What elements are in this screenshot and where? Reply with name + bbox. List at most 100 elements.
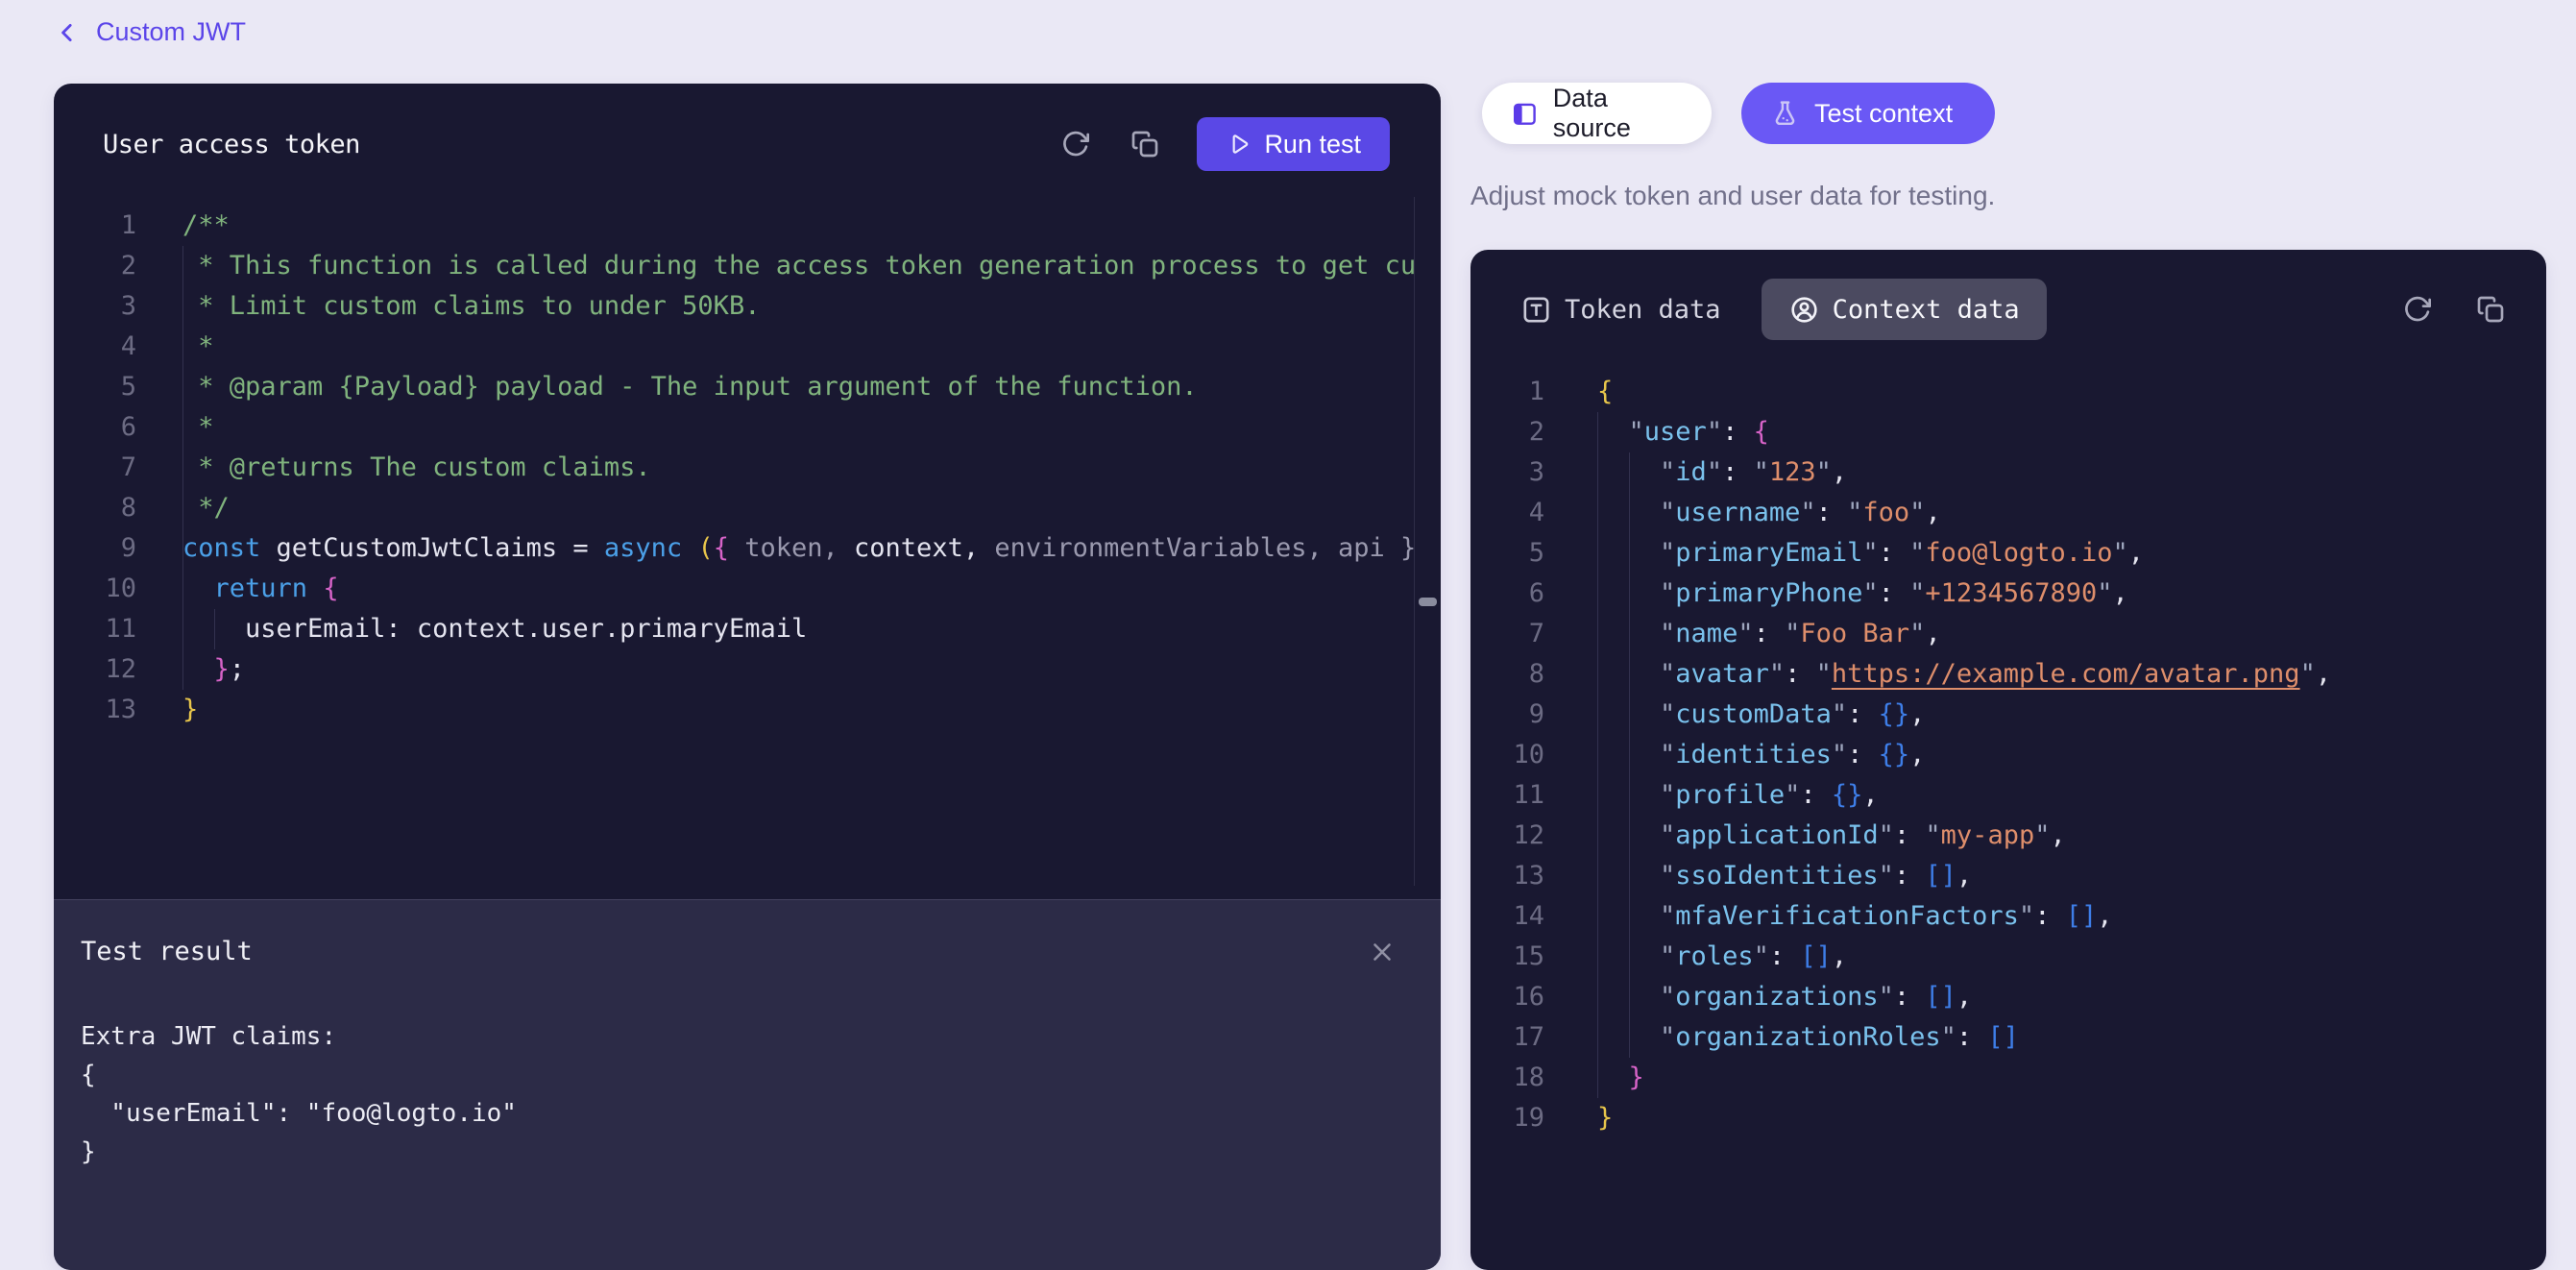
line-number: 12 — [54, 649, 136, 690]
code-line[interactable]: 8 "avatar": "https://example.com/avatar.… — [1470, 654, 2520, 695]
line-number: 13 — [1470, 856, 1544, 896]
code-line[interactable]: 8 */ — [54, 488, 1415, 528]
test-result-title: Test result — [81, 937, 253, 966]
code-line[interactable]: 5 * @param {Payload} payload - The input… — [54, 367, 1415, 407]
code-line[interactable]: 5 "primaryEmail": "foo@logto.io", — [1470, 533, 2520, 574]
line-number: 8 — [1470, 654, 1544, 695]
code-line[interactable]: 11 userEmail: context.user.primaryEmail — [54, 609, 1415, 649]
code-line[interactable]: 15 "roles": [], — [1470, 937, 2520, 977]
line-number: 2 — [1470, 412, 1544, 452]
refresh-button[interactable] — [2400, 292, 2435, 327]
code-line[interactable]: 3 "id": "123", — [1470, 452, 2520, 493]
result-line: } — [81, 1133, 517, 1171]
tab-context-data-label: Context data — [1833, 295, 2020, 325]
test-result-panel: Test result Extra JWT claims:{ "userEmai… — [54, 899, 1441, 1270]
line-number: 10 — [1470, 735, 1544, 775]
copy-button[interactable] — [2473, 292, 2508, 327]
refresh-button[interactable] — [1058, 127, 1093, 161]
copy-button[interactable] — [1128, 127, 1162, 161]
line-number: 1 — [1470, 372, 1544, 412]
code-line[interactable]: 13} — [54, 690, 1415, 730]
line-number: 1 — [54, 206, 136, 246]
line-number: 5 — [54, 367, 136, 407]
line-number: 13 — [54, 690, 136, 730]
editor-title: User access token — [103, 130, 1058, 159]
test-result-output: Extra JWT claims:{ "userEmail": "foo@log… — [81, 1017, 517, 1171]
code-line[interactable]: 12 }; — [54, 649, 1415, 690]
code-line[interactable]: 1/** — [54, 206, 1415, 246]
tab-context-data[interactable]: Context data — [1762, 279, 2047, 340]
code-line[interactable]: 2 * This function is called during the a… — [54, 246, 1415, 286]
back-label: Custom JWT — [96, 17, 246, 47]
run-test-label: Run test — [1264, 130, 1361, 159]
code-line[interactable]: 12 "applicationId": "my-app", — [1470, 816, 2520, 856]
line-number: 16 — [1470, 977, 1544, 1017]
line-number: 7 — [54, 448, 136, 488]
line-number: 9 — [1470, 695, 1544, 735]
play-icon — [1226, 132, 1251, 157]
flask-icon — [1770, 99, 1800, 129]
code-line[interactable]: 9 "customData": {}, — [1470, 695, 2520, 735]
code-line[interactable]: 11 "profile": {}, — [1470, 775, 2520, 816]
result-line: "userEmail": "foo@logto.io" — [81, 1094, 517, 1133]
line-number: 18 — [1470, 1058, 1544, 1098]
code-line[interactable]: 7 "name": "Foo Bar", — [1470, 614, 2520, 654]
code-line[interactable]: 10 "identities": {}, — [1470, 735, 2520, 775]
close-icon — [1368, 938, 1397, 966]
result-line: Extra JWT claims: — [81, 1017, 517, 1056]
javascript-code-area[interactable]: 1/**2 * This function is called during t… — [54, 206, 1415, 730]
data-source-label: Data source — [1553, 84, 1683, 143]
line-number: 7 — [1470, 614, 1544, 654]
code-line[interactable]: 2 "user": { — [1470, 412, 2520, 452]
test-context-label: Test context — [1814, 99, 1953, 129]
user-access-token-editor-panel: User access token Run test — [54, 84, 1441, 1270]
tab-token-data-label: Token data — [1565, 295, 1721, 325]
panel-left-icon — [1511, 99, 1539, 129]
tab-token-data[interactable]: Token data — [1520, 294, 1721, 326]
line-number: 10 — [54, 569, 136, 609]
line-number: 15 — [1470, 937, 1544, 977]
code-line[interactable]: 13 "ssoIdentities": [], — [1470, 856, 2520, 896]
data-source-tab[interactable]: Data source — [1482, 83, 1712, 144]
editor-header: User access token Run test — [54, 84, 1441, 205]
code-line[interactable]: 3 * Limit custom claims to under 50KB. — [54, 286, 1415, 327]
test-context-data-panel: Token data Context data — [1470, 250, 2546, 1270]
code-line[interactable]: 9const getCustomJwtClaims = async ({ tok… — [54, 528, 1415, 569]
scrollbar-thumb[interactable] — [1419, 598, 1437, 606]
code-line[interactable]: 10 return { — [54, 569, 1415, 609]
line-number: 6 — [1470, 574, 1544, 614]
code-line[interactable]: 6 "primaryPhone": "+1234567890", — [1470, 574, 2520, 614]
code-line[interactable]: 14 "mfaVerificationFactors": [], — [1470, 896, 2520, 937]
code-line[interactable]: 17 "organizationRoles": [] — [1470, 1017, 2520, 1058]
line-number: 6 — [54, 407, 136, 448]
token-t-icon — [1520, 294, 1552, 326]
back-link[interactable]: Custom JWT — [56, 17, 246, 47]
line-number: 5 — [1470, 533, 1544, 574]
refresh-icon — [1060, 129, 1091, 159]
code-line[interactable]: 18 } — [1470, 1058, 2520, 1098]
code-line[interactable]: 4 * — [54, 327, 1415, 367]
copy-icon — [2475, 294, 2506, 325]
code-line[interactable]: 4 "username": "foo", — [1470, 493, 2520, 533]
chevron-left-icon — [56, 20, 81, 45]
line-number: 4 — [54, 327, 136, 367]
code-line[interactable]: 19} — [1470, 1098, 2520, 1138]
line-number: 17 — [1470, 1017, 1544, 1058]
code-line[interactable]: 6 * — [54, 407, 1415, 448]
json-code-area[interactable]: 1{2 "user": {3 "id": "123",4 "username":… — [1470, 372, 2520, 1138]
run-test-button[interactable]: Run test — [1197, 117, 1390, 171]
hint-text: Adjust mock token and user data for test… — [1470, 181, 1995, 211]
user-circle-icon — [1788, 294, 1820, 326]
data-panel-header: Token data Context data — [1470, 250, 2546, 369]
close-test-result-button[interactable] — [1367, 937, 1397, 967]
line-number: 11 — [54, 609, 136, 649]
line-number: 12 — [1470, 816, 1544, 856]
code-line[interactable]: 16 "organizations": [], — [1470, 977, 2520, 1017]
copy-icon — [1130, 129, 1160, 159]
line-number: 4 — [1470, 493, 1544, 533]
line-number: 19 — [1470, 1098, 1544, 1138]
line-number: 3 — [54, 286, 136, 327]
code-line[interactable]: 7 * @returns The custom claims. — [54, 448, 1415, 488]
code-line[interactable]: 1{ — [1470, 372, 2520, 412]
test-context-tab[interactable]: Test context — [1741, 83, 1995, 144]
